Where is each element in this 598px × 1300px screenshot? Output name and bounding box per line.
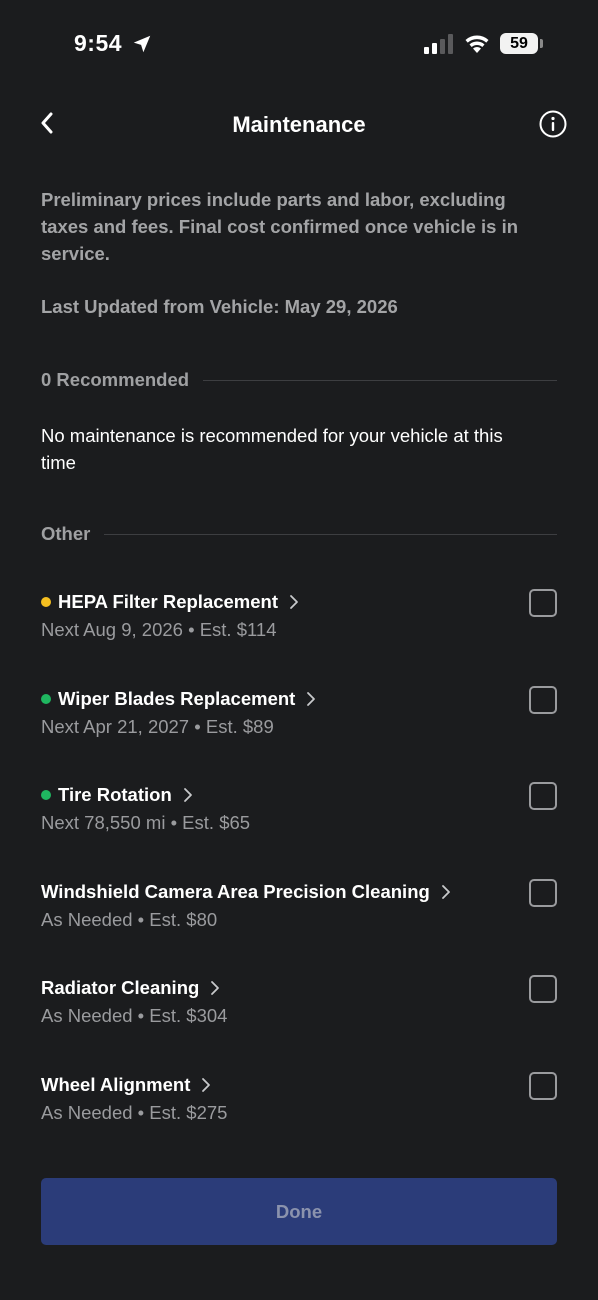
item-subtitle: Next Aug 9, 2026 • Est. $114 xyxy=(41,619,277,640)
item-title: Wiper Blades Replacement xyxy=(58,688,296,709)
status-dot xyxy=(41,694,51,704)
pricing-disclaimer: Preliminary prices include parts and lab… xyxy=(41,189,519,264)
battery-cap xyxy=(540,39,543,48)
item-title-link[interactable]: Radiator Cleaning xyxy=(41,975,221,1001)
recommended-section-header: 0 Recommended xyxy=(41,369,557,391)
item-title-link[interactable]: Windshield Camera Area Precision Cleanin… xyxy=(41,879,452,905)
item-subtitle: As Needed • Est. $275 xyxy=(41,1102,228,1123)
no-maintenance-message: No maintenance is recommended for your v… xyxy=(41,425,503,473)
item-title: Wheel Alignment xyxy=(41,1074,191,1095)
chevron-right-icon xyxy=(290,595,298,609)
chevron-right-icon xyxy=(307,692,316,706)
item-subtitle: As Needed • Est. $304 xyxy=(41,1005,228,1026)
item-checkbox[interactable] xyxy=(529,975,557,1003)
item-checkbox[interactable] xyxy=(529,686,557,714)
page-title: Maintenance xyxy=(232,112,366,137)
section-divider xyxy=(104,533,557,535)
cellular-signal-icon xyxy=(424,34,453,54)
maintenance-item-windshield-camera: Windshield Camera Area Precision Cleanin… xyxy=(41,879,557,949)
location-arrow-icon xyxy=(133,35,151,53)
maintenance-item-radiator-cleaning: Radiator Cleaning As Needed • Est. $304 xyxy=(41,975,557,1045)
item-title: Windshield Camera Area Precision Cleanin… xyxy=(41,881,430,902)
item-subtitle: Next 78,550 mi • Est. $65 xyxy=(41,812,251,833)
chevron-right-icon xyxy=(183,788,192,802)
done-button[interactable]: Done xyxy=(41,1178,557,1245)
status-dot xyxy=(41,597,51,607)
battery-indicator: 59 xyxy=(500,33,538,54)
maintenance-item-wiper-blades: Wiper Blades Replacement Next Apr 21, 20… xyxy=(41,686,557,756)
chevron-right-icon xyxy=(202,1078,211,1092)
item-title-link[interactable]: Wheel Alignment xyxy=(41,1072,212,1098)
item-title-link[interactable]: Wiper Blades Replacement xyxy=(41,686,317,712)
maintenance-item-wheel-alignment: Wheel Alignment As Needed • Est. $275 xyxy=(41,1072,557,1142)
item-title: Radiator Cleaning xyxy=(41,977,200,998)
status-time: 9:54 xyxy=(74,30,123,56)
item-subtitle: Next Apr 21, 2027 • Est. $89 xyxy=(41,716,274,737)
item-checkbox[interactable] xyxy=(529,1072,557,1100)
chevron-right-icon xyxy=(441,885,450,899)
status-bar: 9:54 59 xyxy=(0,0,598,90)
item-title: HEPA Filter Replacement xyxy=(58,591,279,612)
item-checkbox[interactable] xyxy=(529,589,557,617)
maintenance-item-hepa-filter: HEPA Filter Replacement Next Aug 9, 2026… xyxy=(41,589,557,659)
other-section-header: Other xyxy=(41,523,557,545)
other-label: Other xyxy=(41,523,91,544)
recommended-label: 0 Recommended xyxy=(41,369,190,390)
maintenance-item-tire-rotation: Tire Rotation Next 78,550 mi • Est. $65 xyxy=(41,782,557,852)
item-checkbox[interactable] xyxy=(529,879,557,907)
last-updated-text: Last Updated from Vehicle: May 29, 2026 xyxy=(41,296,398,317)
status-dot xyxy=(41,790,51,800)
item-subtitle: As Needed • Est. $80 xyxy=(41,909,218,930)
item-title-link[interactable]: Tire Rotation xyxy=(41,782,194,808)
item-checkbox[interactable] xyxy=(529,782,557,810)
chevron-right-icon xyxy=(211,981,220,995)
item-title: Tire Rotation xyxy=(58,784,172,805)
item-title-link[interactable]: HEPA Filter Replacement xyxy=(41,589,300,615)
info-circle-icon[interactable] xyxy=(537,108,569,140)
wifi-icon xyxy=(465,35,489,53)
section-divider xyxy=(203,379,557,381)
